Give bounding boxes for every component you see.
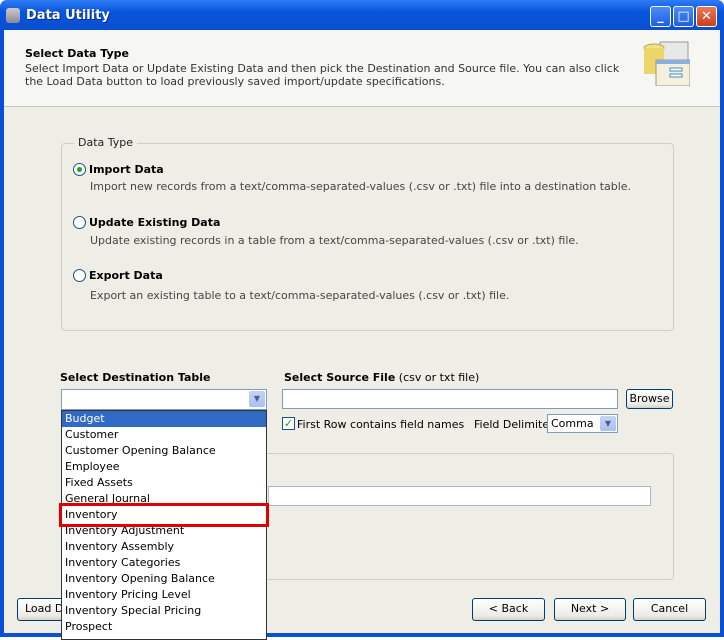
update-data-description: Update existing records in a table from …: [90, 234, 579, 247]
source-label-wrap: Select Source File (csv or txt file): [284, 371, 479, 384]
title-bar[interactable]: Data Utility _ □ ✕: [0, 0, 724, 30]
highlight-annotation: [59, 503, 269, 527]
dropdown-option[interactable]: Employee: [62, 459, 266, 475]
minimize-button[interactable]: _: [650, 6, 671, 27]
dropdown-option[interactable]: Inventory Opening Balance: [62, 571, 266, 587]
destination-label: Select Destination Table: [60, 371, 211, 384]
dropdown-option[interactable]: Customer: [62, 427, 266, 443]
first-row-label[interactable]: First Row contains field names: [297, 418, 464, 431]
source-label: Select Source File: [284, 371, 396, 384]
export-data-radio[interactable]: [73, 269, 86, 282]
first-row-checkbox[interactable]: ✓: [282, 417, 295, 430]
dropdown-option[interactable]: Fixed Assets: [62, 475, 266, 491]
import-data-label[interactable]: Import Data: [89, 163, 164, 176]
export-data-label[interactable]: Export Data: [89, 269, 163, 282]
dropdown-option[interactable]: Prospect: [62, 619, 266, 635]
app-icon: [6, 8, 20, 23]
dropdown-option[interactable]: Budget: [62, 411, 266, 427]
import-data-description: Import new records from a text/comma-sep…: [90, 180, 632, 193]
source-file-input[interactable]: [282, 389, 618, 409]
dropdown-option[interactable]: Customer Opening Balance: [62, 443, 266, 459]
dropdown-option[interactable]: Inventory Special Pricing: [62, 603, 266, 619]
window: Data Utility _ □ ✕ Select Data Type Sele…: [0, 0, 724, 640]
export-data-description: Export an existing table to a text/comma…: [90, 289, 510, 302]
page-description: Select Import Data or Update Existing Da…: [25, 62, 620, 88]
dropdown-option[interactable]: Inventory Categories: [62, 555, 266, 571]
destination-combo[interactable]: ▼: [61, 389, 267, 410]
close-button[interactable]: ✕: [696, 6, 717, 27]
dropdown-option[interactable]: Inventory Pricing Level: [62, 587, 266, 603]
update-data-label[interactable]: Update Existing Data: [89, 216, 220, 229]
field-delimiter-label: Field Delimiter: [474, 418, 554, 431]
maximize-button[interactable]: □: [673, 6, 694, 27]
chevron-down-icon[interactable]: ▼: [600, 416, 616, 431]
back-button[interactable]: < Back: [472, 598, 545, 621]
field-delimiter-value: Comma: [551, 417, 594, 430]
import-data-radio[interactable]: [73, 163, 86, 176]
dialog-body: Select Data Type Select Import Data or U…: [4, 30, 720, 640]
window-title: Data Utility: [26, 8, 110, 23]
chevron-down-icon[interactable]: ▼: [249, 391, 265, 407]
field-delimiter-select[interactable]: Comma ▼: [547, 414, 618, 433]
dropdown-option[interactable]: Inventory Assembly: [62, 539, 266, 555]
source-hint: (csv or txt file): [398, 371, 480, 384]
next-button[interactable]: Next >: [554, 598, 626, 621]
specification-input[interactable]: [268, 486, 651, 506]
cancel-button[interactable]: Cancel: [633, 598, 706, 621]
page-title: Select Data Type: [25, 47, 129, 60]
wizard-header: Select Data Type Select Import Data or U…: [4, 30, 720, 107]
update-data-radio[interactable]: [73, 216, 86, 229]
data-type-legend: Data Type: [74, 136, 138, 149]
database-form-icon: [643, 41, 690, 86]
browse-button[interactable]: Browse: [626, 389, 673, 409]
